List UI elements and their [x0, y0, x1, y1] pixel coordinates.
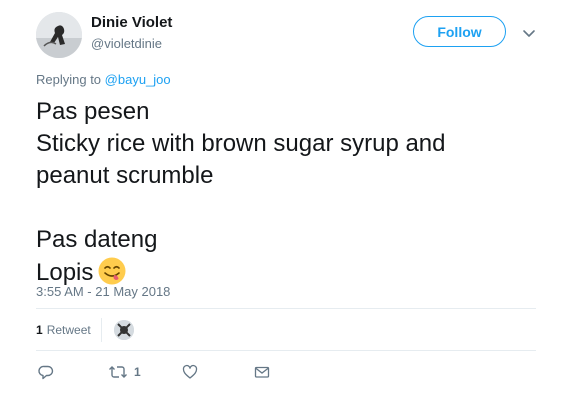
retweet-action[interactable]: 1 — [108, 362, 141, 382]
author-handle[interactable]: @violetdinie — [91, 36, 162, 51]
tweet-line: Sticky rice with brown sugar syrup and — [36, 130, 446, 157]
divider — [36, 350, 536, 351]
author-avatar[interactable] — [36, 12, 82, 58]
tweet-timestamp[interactable]: 3:55 AM - 21 May 2018 — [36, 284, 170, 299]
tweet-actions: 1 — [36, 362, 276, 382]
heart-icon[interactable] — [182, 364, 198, 380]
follow-button[interactable]: Follow — [413, 16, 506, 47]
like-action[interactable] — [182, 362, 198, 382]
replying-to: Replying to @bayu_joo — [36, 72, 171, 87]
tweet-text: Pas pesen Sticky rice with brown sugar s… — [36, 96, 536, 288]
reply-mention-link[interactable]: @bayu_joo — [105, 72, 171, 87]
tweet-line: Pas pesen — [36, 98, 150, 125]
retweeter-avatar[interactable] — [113, 320, 134, 340]
divider — [36, 308, 536, 309]
tweet-card: Dinie Violet @violetdinie Follow Replyin… — [0, 0, 572, 405]
mail-icon[interactable] — [254, 364, 270, 380]
retweet-count-label[interactable]: Retweet — [47, 323, 91, 337]
replying-prefix: Replying to — [36, 72, 102, 87]
tweet-line — [36, 192, 536, 224]
retweet-action-count: 1 — [134, 365, 141, 379]
retweet-count[interactable]: 1 — [36, 323, 43, 337]
tweet-stats: 1 Retweet — [36, 318, 134, 342]
face-savoring-food-emoji-icon — [97, 256, 127, 286]
stats-divider — [100, 318, 102, 342]
retweet-icon[interactable] — [108, 364, 128, 380]
tweet-line: peanut scrumble — [36, 162, 214, 189]
tweet-line: Pas dateng — [36, 226, 158, 253]
dm-action[interactable] — [254, 362, 270, 382]
tweet-line: Lopis — [36, 259, 94, 286]
chevron-down-icon[interactable] — [521, 25, 537, 41]
reply-action[interactable] — [38, 362, 54, 382]
author-name[interactable]: Dinie Violet — [91, 14, 172, 31]
reply-icon[interactable] — [38, 364, 54, 380]
